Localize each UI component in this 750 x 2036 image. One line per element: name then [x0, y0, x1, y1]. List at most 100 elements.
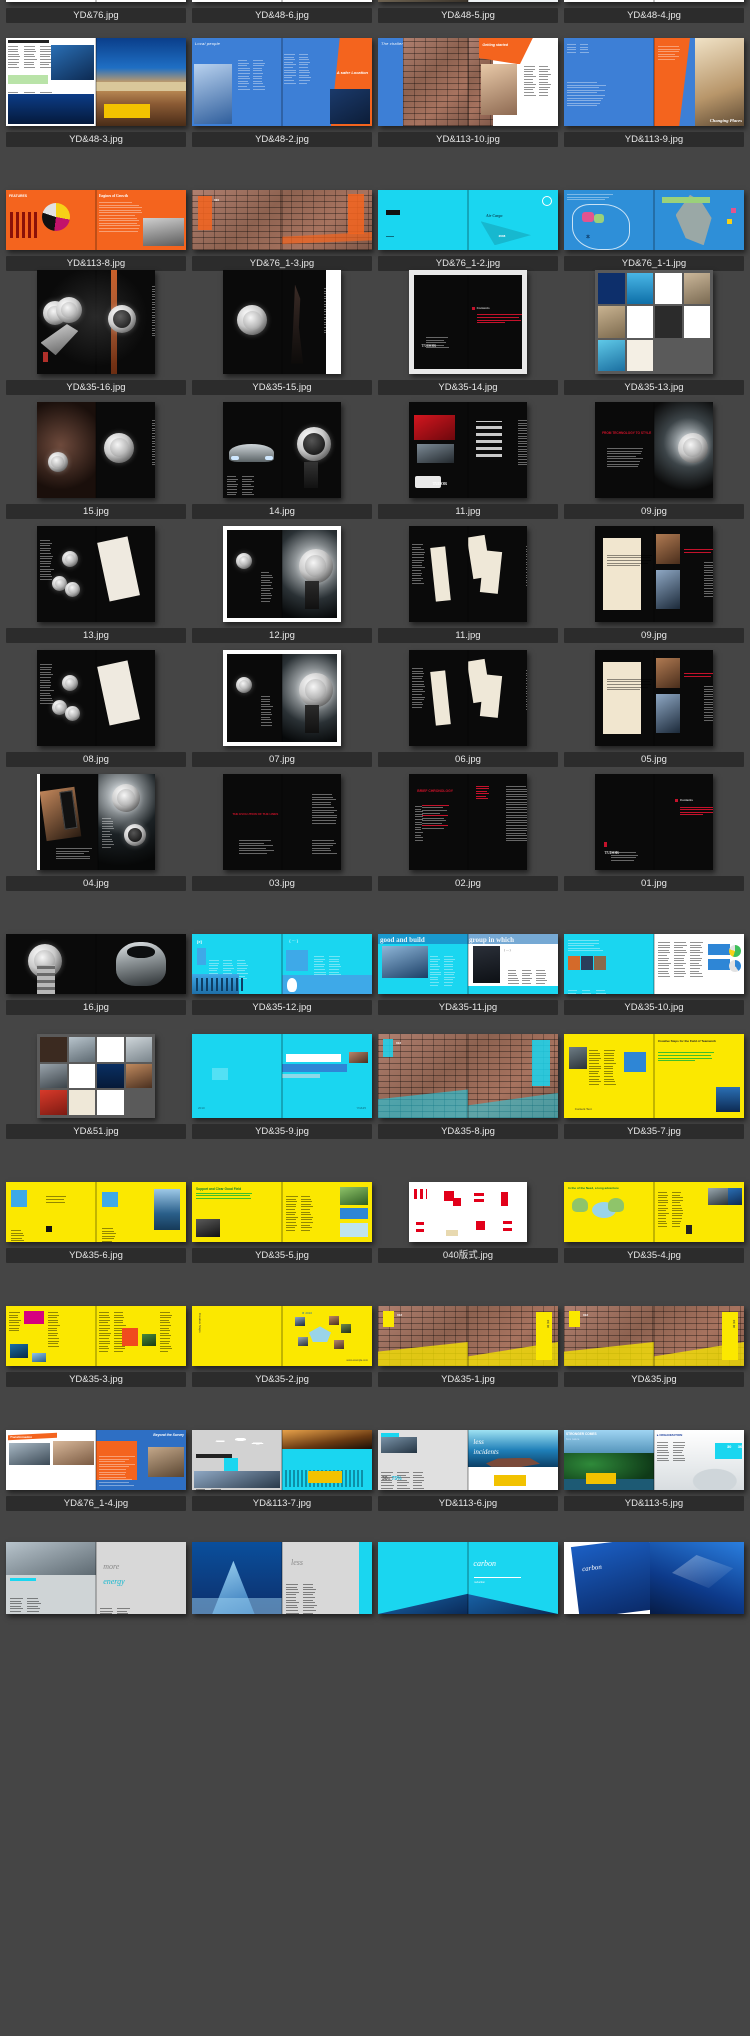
thumbnail-image[interactable]: Air Cargo 2008	[378, 190, 558, 250]
thumbnail-image[interactable]	[37, 270, 155, 374]
file-label[interactable]: YD&35.jpg	[564, 1372, 744, 1387]
file-label[interactable]: YD&35-13.jpg	[564, 380, 744, 395]
file-label[interactable]: 11.jpg	[378, 504, 558, 519]
thumbnail-image[interactable]	[223, 650, 341, 746]
thumbnail-image[interactable]	[595, 650, 713, 746]
thumbnail-image[interactable]: In the of the Need, a long adventure	[564, 1182, 744, 1242]
thumbnail-image[interactable]: Changing Places	[564, 38, 744, 126]
thumbnail-image[interactable]: Transformation Beyond the Survey	[6, 1430, 186, 1490]
file-label[interactable]: 12.jpg	[192, 628, 372, 643]
file-label[interactable]: 14.jpg	[192, 504, 372, 519]
file-label[interactable]: 05.jpg	[564, 752, 744, 767]
file-label[interactable]: 16.jpg	[6, 1000, 186, 1015]
file-label[interactable]: 03.jpg	[192, 876, 372, 891]
thumbnail-image[interactable]: TUDOR	[409, 402, 527, 498]
file-label[interactable]: YD&35-1.jpg	[378, 1372, 558, 1387]
thumbnail-image[interactable]: less	[192, 1542, 372, 1614]
thumbnail-image[interactable]: 本	[564, 190, 744, 250]
thumbnail-image[interactable]	[409, 526, 527, 622]
thumbnail-image[interactable]	[192, 1430, 372, 1490]
thumbnail-image[interactable]: The challenge Getting started	[378, 38, 558, 126]
thumbnail-image[interactable]	[37, 650, 155, 746]
thumbnail-image[interactable]: STRONGER COMES from nature ▸ ORGANIZATIO…	[564, 1430, 744, 1490]
file-label[interactable]: YD&35-2.jpg	[192, 1372, 372, 1387]
file-label[interactable]: YD&35-15.jpg	[192, 380, 372, 395]
thumbnail-image[interactable]: Local people A safer Location	[192, 38, 372, 126]
thumbnail-image[interactable]	[37, 774, 155, 870]
thumbnail-image[interactable]: 010	[192, 190, 372, 250]
file-label[interactable]: YD&76_1-3.jpg	[192, 256, 372, 271]
thumbnail-image[interactable]: 2010 YD&35	[192, 1034, 372, 1118]
thumbnail-image[interactable]: Creative Steps ★ 2010 www.example.com	[192, 1306, 372, 1366]
file-label[interactable]: YD&35-11.jpg	[378, 1000, 558, 1015]
thumbnail-image[interactable]: BRIEF CHRONOLOGY	[409, 774, 527, 870]
file-label[interactable]: 040版式.jpg	[378, 1248, 558, 1263]
thumbnail-image[interactable]: TUDOR Contents	[595, 774, 713, 870]
file-label[interactable]: YD&48-4.jpg	[564, 8, 744, 23]
file-label[interactable]: YD&76.jpg	[6, 8, 186, 23]
file-label[interactable]: YD&48-6.jpg	[192, 8, 372, 23]
file-label[interactable]: 06.jpg	[378, 752, 558, 767]
file-label[interactable]: YD&48-3.jpg	[6, 132, 186, 147]
file-label[interactable]: 09.jpg	[564, 628, 744, 643]
file-label[interactable]: YD&35-3.jpg	[6, 1372, 186, 1387]
file-label[interactable]: YD&35-10.jpg	[564, 1000, 744, 1015]
thumbnail-image[interactable]	[378, 0, 558, 2]
file-label[interactable]: 09.jpg	[564, 504, 744, 519]
file-label[interactable]: YD&76_1-2.jpg	[378, 256, 558, 271]
thumbnail-image[interactable]	[6, 38, 186, 126]
file-label[interactable]: 01.jpg	[564, 876, 744, 891]
file-label[interactable]: YD&113-5.jpg	[564, 1496, 744, 1511]
file-label[interactable]: YD&113-7.jpg	[192, 1496, 372, 1511]
file-label[interactable]: 11.jpg	[378, 628, 558, 643]
thumbnail-image[interactable]: SERVICE EXCELLENCE, THE PURSUIT OF EXCEL…	[564, 0, 744, 2]
thumbnail-image[interactable]	[6, 1306, 186, 1366]
thumbnail-gallery[interactable]: YD&76.jpg CONTENTS Contents YD&48-6.jpg …	[0, 0, 750, 2036]
thumbnail-image[interactable]	[409, 1182, 527, 1242]
thumbnail-image[interactable]: Content Text Creative Steps for the Fiel…	[564, 1034, 744, 1118]
file-label[interactable]: YD&35-5.jpg	[192, 1248, 372, 1263]
thumbnail-image[interactable]	[595, 526, 713, 622]
thumbnail-image[interactable]: good and build group in which { ⋯ }	[378, 934, 558, 994]
thumbnail-image[interactable]: more energy	[6, 1542, 186, 1614]
thumbnail-image[interactable]: Support and Clear Good Field	[192, 1182, 372, 1242]
thumbnail-image[interactable]: THE EVOLUTION OF THE LINES	[223, 774, 341, 870]
file-label[interactable]: 15.jpg	[6, 504, 186, 519]
thumbnail-image[interactable]: carbon	[564, 1542, 744, 1614]
thumbnail-image[interactable]: TUDOR Contents	[409, 270, 527, 374]
file-label[interactable]: YD&113-10.jpg	[378, 132, 558, 147]
thumbnail-image[interactable]: 30% 75% less incidents	[378, 1430, 558, 1490]
file-label[interactable]: YD&51.jpg	[6, 1124, 186, 1139]
file-label[interactable]: YD&113-8.jpg	[6, 256, 186, 271]
file-label[interactable]: YD&35-9.jpg	[192, 1124, 372, 1139]
file-label[interactable]: YD&48-2.jpg	[192, 132, 372, 147]
file-label[interactable]: YD&35-6.jpg	[6, 1248, 186, 1263]
file-label[interactable]: 13.jpg	[6, 628, 186, 643]
file-label[interactable]: 02.jpg	[378, 876, 558, 891]
file-label[interactable]: YD&35-4.jpg	[564, 1248, 744, 1263]
file-label[interactable]: YD&113-6.jpg	[378, 1496, 558, 1511]
thumbnail-image[interactable]: 012	[378, 1034, 558, 1118]
thumbnail-image[interactable]	[564, 934, 744, 994]
file-label[interactable]: 07.jpg	[192, 752, 372, 767]
thumbnail-image[interactable]	[37, 526, 155, 622]
thumbnail-image[interactable]: 012 第一章	[564, 1306, 744, 1366]
thumbnail-image[interactable]	[223, 270, 341, 374]
file-label[interactable]: YD&35-8.jpg	[378, 1124, 558, 1139]
thumbnail-image[interactable]: FROM TECHNOLOGY TO STYLE	[595, 402, 713, 498]
thumbnail-image[interactable]: [e] { ⋯ }	[192, 934, 372, 994]
file-label[interactable]: 04.jpg	[6, 876, 186, 891]
file-label[interactable]: YD&35-12.jpg	[192, 1000, 372, 1015]
file-label[interactable]: YD&113-9.jpg	[564, 132, 744, 147]
thumbnail-image[interactable]	[37, 402, 155, 498]
thumbnail-image[interactable]	[6, 0, 186, 2]
thumbnail-image[interactable]	[595, 270, 713, 374]
file-label[interactable]: YD&76_1-1.jpg	[564, 256, 744, 271]
thumbnail-image[interactable]	[409, 650, 527, 746]
file-label[interactable]: 08.jpg	[6, 752, 186, 767]
file-label[interactable]: YD&48-5.jpg	[378, 8, 558, 23]
file-label[interactable]: YD&35-7.jpg	[564, 1124, 744, 1139]
thumbnail-image[interactable]	[6, 934, 186, 994]
thumbnail-image[interactable]: FEATURES Engines of Growth	[6, 190, 186, 250]
file-label[interactable]: YD&35-16.jpg	[6, 380, 186, 395]
